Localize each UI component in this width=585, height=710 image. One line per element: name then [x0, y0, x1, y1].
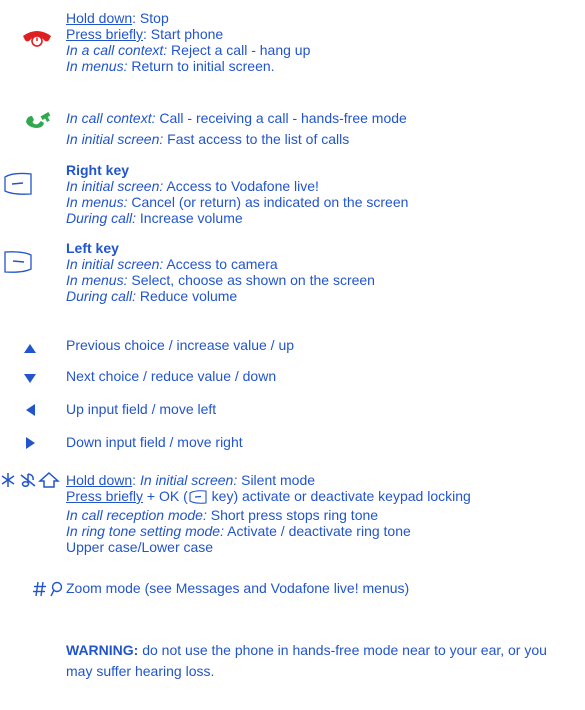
hangup-line-2: In a call context: Reject a call - hang … — [66, 42, 311, 58]
right-arrow-text: Down input field / move right — [66, 434, 243, 450]
down-arrow-text: Next choice / reduce value / down — [66, 368, 277, 384]
left-arrow-icon — [26, 403, 36, 419]
right-arrow-icon — [26, 436, 36, 452]
up-arrow-icon — [24, 341, 36, 357]
left-key-line-2: During call: Reduce volume — [66, 288, 238, 304]
down-arrow-icon — [24, 371, 36, 387]
warning-label: WARNING: — [66, 642, 139, 658]
star-key-icon — [0, 471, 64, 492]
softkey-inline-icon — [189, 490, 207, 507]
right-key-line-0: In initial screen: Access to Vodafone li… — [66, 178, 319, 194]
star-line-2: In call reception mode: Short press stop… — [66, 507, 379, 523]
hangup-line-3: In menus: Return to initial screen. — [66, 58, 275, 74]
green-call-handset-icon — [24, 110, 54, 133]
star-line-3: In ring tone setting mode: Activate / de… — [66, 523, 411, 539]
right-key-line-2: During call: Increase volume — [66, 210, 243, 226]
left-key-title: Left key — [66, 240, 119, 256]
hash-key-text: Zoom mode (see Messages and Vodafone liv… — [66, 580, 410, 596]
left-softkey-icon — [3, 250, 33, 277]
star-line-1: Press briefly + OK ( key) activate or de… — [66, 488, 471, 507]
right-key-title: Right key — [66, 162, 130, 178]
warning-notice: WARNING: do not use the phone in hands-f… — [66, 640, 574, 682]
call-line-0: In call context: Call - receiving a call… — [66, 110, 407, 126]
left-key-line-1: In menus: Select, choose as shown on the… — [66, 272, 375, 288]
right-softkey-icon — [3, 172, 33, 199]
red-hangup-handset-icon — [22, 28, 52, 51]
left-arrow-text: Up input field / move left — [66, 401, 217, 417]
call-line-1: In initial screen: Fast access to the li… — [66, 131, 350, 147]
right-key-line-1: In menus: Cancel (or return) as indicate… — [66, 194, 409, 210]
up-arrow-text: Previous choice / increase value / up — [66, 337, 295, 353]
warning-text: do not use the phone in hands-free mode … — [66, 642, 547, 679]
star-line-0: Hold down: In initial screen: Silent mod… — [66, 472, 316, 488]
star-line-4: Upper case/Lower case — [66, 539, 214, 555]
hangup-line-1: Press briefly: Start phone — [66, 26, 224, 42]
hash-key-icon — [33, 580, 65, 601]
left-key-line-0: In initial screen: Access to camera — [66, 256, 278, 272]
hangup-line-0: Hold down: Stop — [66, 10, 169, 26]
